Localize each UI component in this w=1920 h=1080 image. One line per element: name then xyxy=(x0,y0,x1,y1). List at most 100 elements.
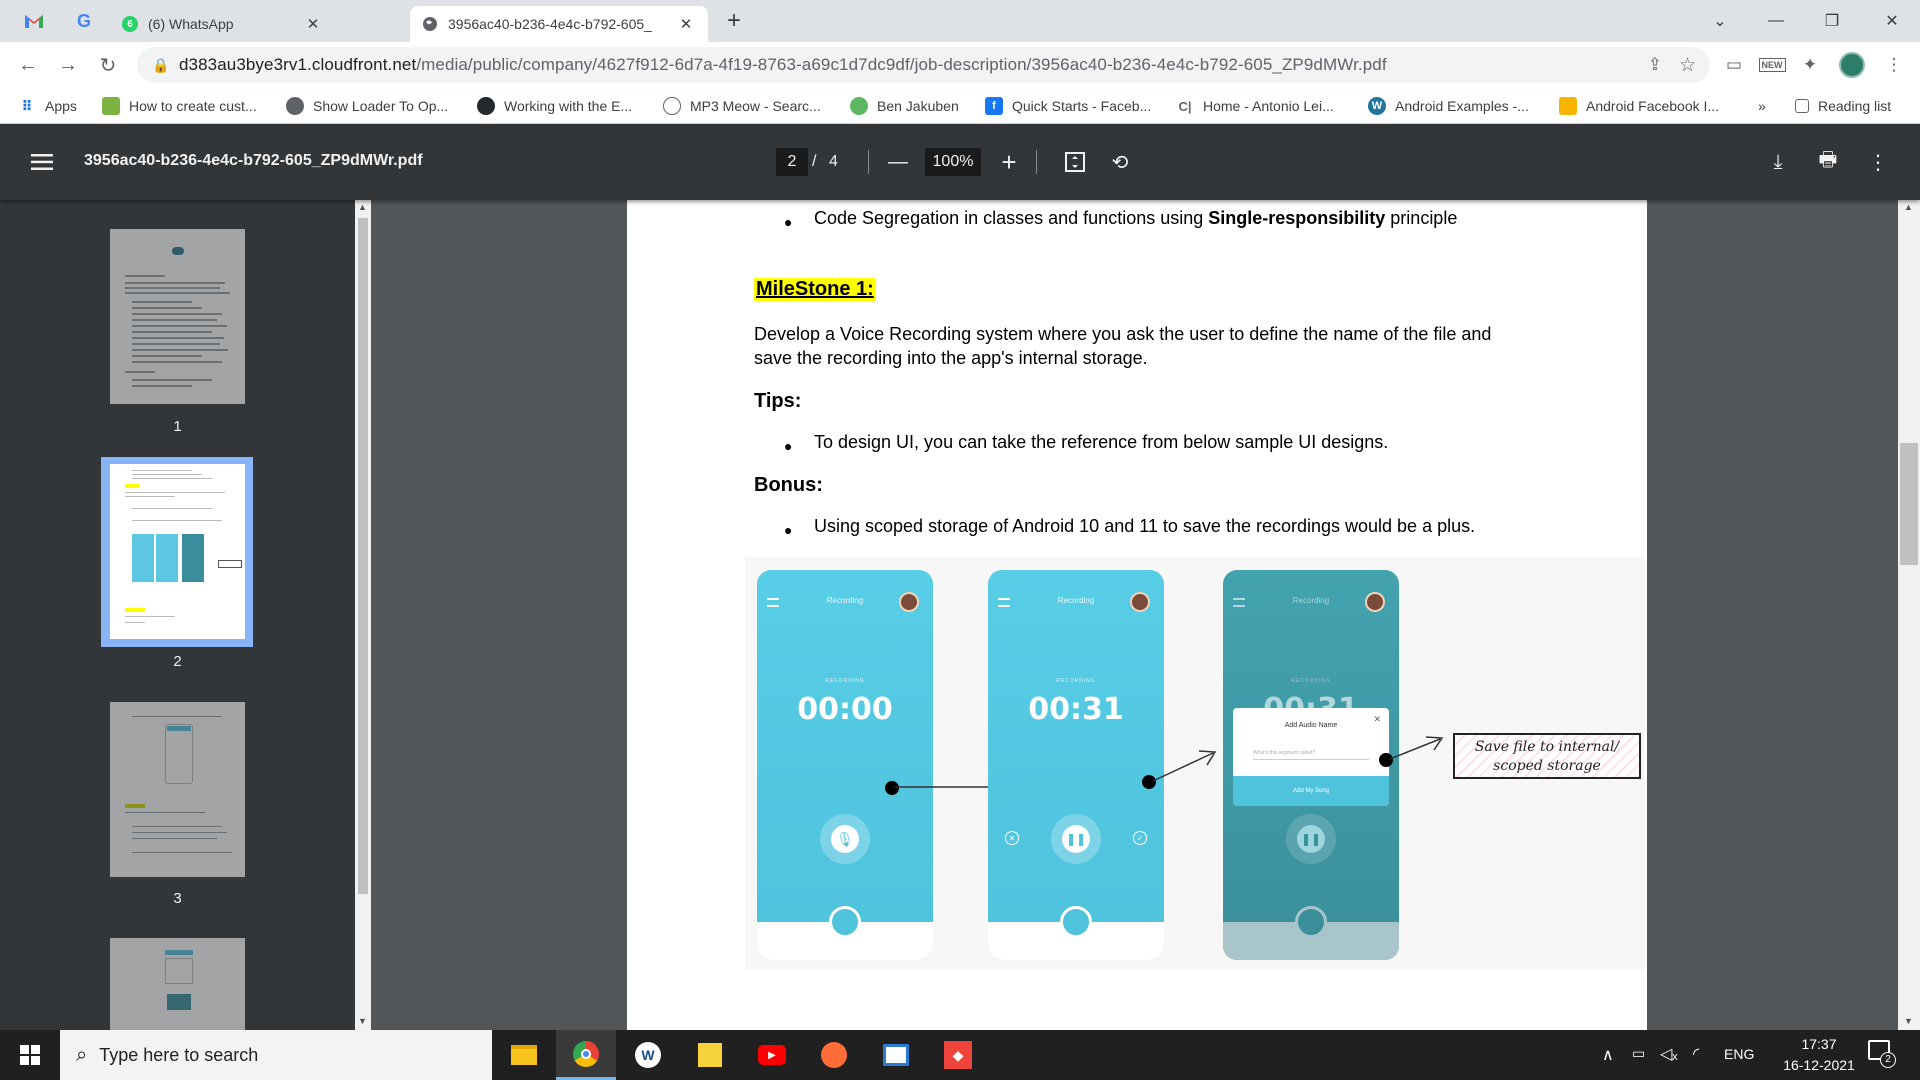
hamburger-menu-icon[interactable] xyxy=(26,146,58,178)
bookmark-site-icon xyxy=(1559,97,1577,115)
close-icon[interactable]: ✕ xyxy=(676,14,696,34)
facebook-icon: f xyxy=(985,97,1003,115)
reload-icon[interactable]: ↻ xyxy=(92,49,124,81)
tab-google[interactable]: G xyxy=(62,0,106,42)
extension-new-icon[interactable]: NEW xyxy=(1758,51,1786,79)
pdf-page: ● Code Segregation in classes and functi… xyxy=(627,200,1647,1030)
tab-gmail[interactable] xyxy=(12,0,56,42)
bullet: ● xyxy=(784,522,793,538)
wifi-icon[interactable]: ◜ xyxy=(1693,1044,1699,1064)
main-scroll-thumb[interactable] xyxy=(1900,443,1918,565)
zoom-input[interactable]: 100% xyxy=(925,148,981,176)
app-window-icon[interactable] xyxy=(866,1030,926,1080)
close-icon[interactable]: ✕ xyxy=(303,14,323,34)
pdf-toolbar: 3956ac40-b236-4e4c-b792-605_ZP9dMWr.pdf … xyxy=(0,124,1920,200)
phone-mockup-3: Recording RECORDING 00:31 Add Audio Name… xyxy=(1223,570,1399,960)
bookmark-item[interactable]: f Quick Starts - Faceb... xyxy=(985,88,1151,124)
restore-icon[interactable]: ❐ xyxy=(1804,0,1860,42)
page-number-input[interactable]: 2 xyxy=(776,148,808,176)
tips-heading: Tips: xyxy=(754,390,802,412)
tray-overflow-icon[interactable]: ∧ xyxy=(1602,1045,1614,1065)
sidebar-scroll-thumb[interactable] xyxy=(358,218,368,894)
main-scrollbar[interactable]: ▲ ▼ xyxy=(1898,200,1920,1030)
page-thumbnail-2[interactable] xyxy=(110,464,245,639)
bookmark-item[interactable]: MP3 Meow - Searc... xyxy=(663,88,821,124)
language-indicator[interactable]: ENG xyxy=(1724,1046,1754,1062)
bookmark-item[interactable]: C| Home - Antonio Lei... xyxy=(1176,88,1333,124)
reading-list-button[interactable]: Reading list xyxy=(1795,88,1891,124)
new-tab-button[interactable]: + xyxy=(712,0,756,42)
tab-pdf[interactable]: 3956ac40-b236-4e4c-b792-605_ ✕ xyxy=(410,6,708,42)
tab-whatsapp[interactable]: 6 (6) WhatsApp ✕ xyxy=(110,6,335,42)
zoom-in-icon[interactable]: + xyxy=(993,146,1025,178)
scroll-up-icon[interactable]: ▲ xyxy=(1904,202,1913,212)
phone-mockup-2: Recording RECORDING 00:31 ✕ ❚❚ ✓ xyxy=(988,570,1164,960)
cancel-icon: ✕ xyxy=(1005,831,1019,845)
taskbar-search-box[interactable]: ⌕ Type here to search xyxy=(60,1030,492,1080)
bookmark-item[interactable]: W Android Examples -... xyxy=(1368,88,1529,124)
clock-time[interactable]: 17:37 xyxy=(1774,1036,1864,1052)
scroll-up-icon[interactable]: ▲ xyxy=(358,202,367,212)
bookmark-item[interactable]: How to create cust... xyxy=(102,88,257,124)
tab-strip: G 6 (6) WhatsApp ✕ 3956ac40-b236-4e4c-b7… xyxy=(0,0,1920,42)
page-thumbnail-4[interactable] xyxy=(110,938,245,1030)
timer-text: 00:31 xyxy=(1028,692,1124,727)
menu-kebab-icon[interactable]: ⋮ xyxy=(1880,51,1908,79)
profile-avatar[interactable] xyxy=(1838,51,1866,79)
address-bar[interactable]: 🔒 d383au3bye3rv1.cloudfront.net/media/pu… xyxy=(137,47,1710,83)
zoom-out-icon[interactable]: — xyxy=(882,146,914,178)
cast-icon[interactable]: ▭ xyxy=(1720,51,1748,79)
tab-search-icon[interactable]: ⌄ xyxy=(1692,0,1748,42)
page-thumbnail-1[interactable] xyxy=(110,229,245,404)
tab-title: 3956ac40-b236-4e4c-b792-605_ xyxy=(448,16,652,32)
fit-page-icon[interactable] xyxy=(1059,146,1091,178)
battery-icon[interactable]: ▭ xyxy=(1632,1045,1645,1062)
whatsapp-icon: 6 xyxy=(122,16,138,32)
bookmark-star-icon[interactable]: ☆ xyxy=(1679,54,1696,77)
bonus-heading: Bonus: xyxy=(754,474,823,496)
anydesk-icon[interactable]: ◆ xyxy=(928,1030,988,1080)
page-thumbnail-3[interactable] xyxy=(110,702,245,877)
download-icon[interactable]: ⤓ xyxy=(1762,146,1794,178)
notifications-icon[interactable]: 2 xyxy=(1868,1040,1896,1068)
bookmarks-overflow-button[interactable]: » xyxy=(1758,88,1766,124)
lock-icon: 🔒 xyxy=(152,56,170,73)
bullet: ● xyxy=(784,438,793,454)
minimize-icon[interactable]: — xyxy=(1748,0,1804,42)
window-close-icon[interactable]: ✕ xyxy=(1864,0,1920,42)
bookmark-item[interactable]: Android Facebook I... xyxy=(1559,88,1719,124)
mp3meow-icon xyxy=(663,97,681,115)
postman-icon[interactable] xyxy=(804,1030,864,1080)
bullet: ● xyxy=(784,214,793,230)
start-button[interactable] xyxy=(0,1030,60,1080)
arrow-icon xyxy=(1389,736,1444,760)
share-icon[interactable]: ⇪ xyxy=(1648,55,1662,75)
search-placeholder: Type here to search xyxy=(99,1044,259,1065)
rotate-icon[interactable]: ⟲ xyxy=(1104,146,1136,178)
chrome-icon[interactable] xyxy=(556,1030,616,1080)
gmail-icon xyxy=(25,15,43,28)
recording-label: RECORDING xyxy=(825,678,865,684)
forward-icon[interactable]: → xyxy=(52,49,84,81)
print-icon[interactable]: 🖶 xyxy=(1812,146,1844,178)
app-icon-w[interactable]: W xyxy=(618,1030,678,1080)
avatar xyxy=(1365,592,1385,612)
back-icon[interactable]: ← xyxy=(12,49,44,81)
scroll-down-icon[interactable]: ▼ xyxy=(1904,1016,1913,1026)
extensions-puzzle-icon[interactable]: ✦ xyxy=(1796,51,1824,79)
sticky-notes-icon[interactable] xyxy=(680,1030,740,1080)
notification-count: 2 xyxy=(1880,1052,1896,1068)
volume-muted-icon[interactable]: ◁ₓ xyxy=(1660,1044,1678,1064)
add-song-button: Add My Song xyxy=(1233,776,1389,806)
scroll-down-icon[interactable]: ▼ xyxy=(358,1016,367,1026)
pdf-filename: 3956ac40-b236-4e4c-b792-605_ZP9dMWr.pdf xyxy=(84,152,423,169)
file-explorer-icon[interactable] xyxy=(494,1030,554,1080)
bookmark-item[interactable]: Working with the E... xyxy=(477,88,632,124)
youtube-icon[interactable]: ▶ xyxy=(742,1030,802,1080)
browser-toolbar: ← → ↻ 🔒 d383au3bye3rv1.cloudfront.net/me… xyxy=(0,42,1920,88)
clock-date[interactable]: 16-12-2021 xyxy=(1764,1057,1874,1073)
bookmark-apps[interactable]: ⠿ Apps xyxy=(18,88,77,124)
bookmark-item[interactable]: Show Loader To Op... xyxy=(286,88,448,124)
more-actions-icon[interactable]: ⋮ xyxy=(1862,146,1894,178)
bookmark-item[interactable]: Ben Jakuben xyxy=(850,88,959,124)
